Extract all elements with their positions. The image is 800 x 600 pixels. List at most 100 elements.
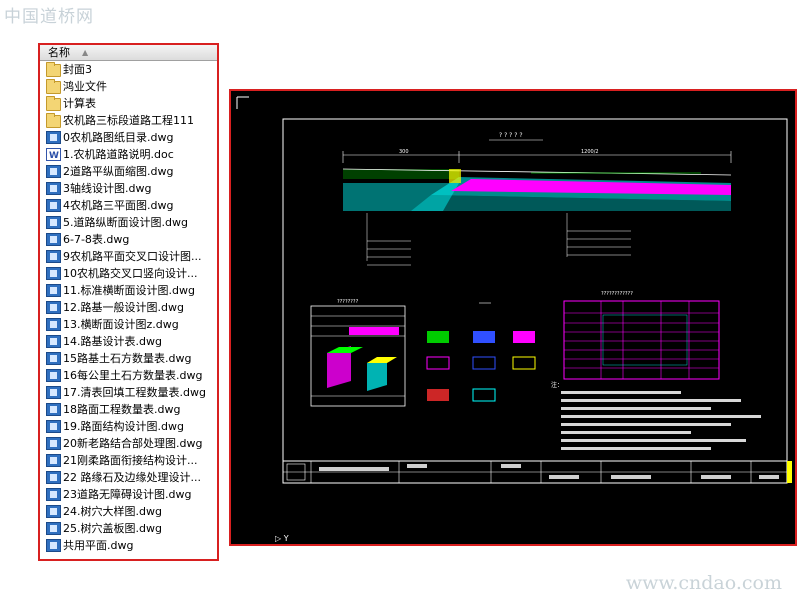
- file-item[interactable]: 9农机路平面交叉口设计图...: [40, 248, 217, 265]
- dwg-file-icon: [46, 454, 61, 467]
- company-name-text: [319, 467, 389, 471]
- file-name-label: 22 路缘石及边缘处理设计...: [63, 471, 201, 484]
- word-document-icon: [46, 148, 61, 163]
- file-name-label: 12.路基一般设计图.dwg: [63, 301, 184, 314]
- file-name-label: 5.道路纵断面设计图.dwg: [63, 216, 188, 229]
- file-name-label: 24.树穴大样图.dwg: [63, 505, 162, 518]
- file-item[interactable]: 6-7-8表.dwg: [40, 231, 217, 248]
- notes-label: 注：: [551, 381, 563, 389]
- file-name-label: 25.树穴盖板图.dwg: [63, 522, 162, 535]
- file-item[interactable]: 1.农机路道路说明.doc: [40, 146, 217, 163]
- site-watermark-top: 中国道桥网: [4, 7, 94, 27]
- file-item[interactable]: 13.横断面设计图z.dwg: [40, 316, 217, 333]
- file-item[interactable]: 16每公里土石方数量表.dwg: [40, 367, 217, 384]
- folder-icon: [46, 79, 61, 94]
- dwg-file-icon: [46, 301, 61, 314]
- dwg-file-icon: [46, 403, 61, 416]
- dwg-file-icon: [46, 420, 61, 433]
- file-item[interactable]: 19.路面结构设计图.dwg: [40, 418, 217, 435]
- svg-text:????????: ????????: [337, 299, 359, 305]
- file-name-label: 15路基土石方数量表.dwg: [63, 352, 192, 365]
- file-name-label: 0农机路图纸目录.dwg: [63, 131, 174, 144]
- dwg-file-icon: [46, 233, 61, 246]
- file-item[interactable]: 20新老路结合部处理图.dwg: [40, 435, 217, 452]
- folder-icon: [46, 96, 61, 111]
- road-cross-section: [342, 168, 732, 266]
- pavement-data-table: [563, 300, 720, 380]
- file-item[interactable]: 3轴线设计图.dwg: [40, 180, 217, 197]
- folder-item[interactable]: 鸿业文件: [40, 78, 217, 95]
- file-item[interactable]: 25.树穴盖板图.dwg: [40, 520, 217, 537]
- dimension-left: 300: [399, 149, 409, 155]
- file-item[interactable]: 14.路基设计表.dwg: [40, 333, 217, 350]
- dwg-file-icon: [46, 182, 61, 195]
- dwg-file-icon: [46, 471, 61, 484]
- file-name-label: 共用平面.dwg: [63, 539, 134, 552]
- drawing-notes: 注：: [551, 381, 761, 450]
- file-item[interactable]: 12.路基一般设计图.dwg: [40, 299, 217, 316]
- folder-item[interactable]: 计算表: [40, 95, 217, 112]
- file-item[interactable]: 18路面工程数量表.dwg: [40, 401, 217, 418]
- file-item[interactable]: 11.标准横断面设计图.dwg: [40, 282, 217, 299]
- file-item[interactable]: 4农机路三平面图.dwg: [40, 197, 217, 214]
- dwg-file-icon: [46, 539, 61, 552]
- folder-item[interactable]: 封面3: [40, 61, 217, 78]
- dwg-file-icon: [46, 165, 61, 178]
- file-name-label: 10农机路交叉口竖向设计...: [63, 267, 198, 280]
- file-item[interactable]: 17.清表回填工程数量表.dwg: [40, 384, 217, 401]
- file-item[interactable]: 23道路无障碍设计图.dwg: [40, 486, 217, 503]
- file-item[interactable]: 共用平面.dwg: [40, 537, 217, 554]
- file-item[interactable]: 5.道路纵断面设计图.dwg: [40, 214, 217, 231]
- file-name-label: 2道路平纵面缩图.dwg: [63, 165, 174, 178]
- folder-icon: [46, 113, 61, 128]
- folder-item[interactable]: 农机路三标段道路工程111: [40, 112, 217, 129]
- file-name-label: 1.农机路道路说明.doc: [63, 148, 174, 161]
- dwg-file-icon: [46, 284, 61, 297]
- file-item[interactable]: 10农机路交叉口竖向设计...: [40, 265, 217, 282]
- file-name-label: 11.标准横断面设计图.dwg: [63, 284, 195, 297]
- file-name-label: 封面3: [63, 63, 92, 76]
- cad-drawing-preview: ? ? ? ? ? 300 1200/2 ???????? ??????????…: [229, 89, 797, 546]
- file-name-label: 14.路基设计表.dwg: [63, 335, 162, 348]
- dwg-file-icon: [46, 522, 61, 535]
- file-item[interactable]: 0农机路图纸目录.dwg: [40, 129, 217, 146]
- file-item[interactable]: 21刚柔路面衔接结构设计...: [40, 452, 217, 469]
- table-header-label: ????????????: [601, 291, 633, 297]
- file-name-label: 3轴线设计图.dwg: [63, 182, 152, 195]
- dwg-file-icon: [46, 267, 61, 280]
- file-name-label: 18路面工程数量表.dwg: [63, 403, 181, 416]
- dwg-file-icon: [46, 318, 61, 331]
- dwg-file-icon: [46, 369, 61, 382]
- dwg-file-icon: [46, 335, 61, 348]
- file-list: 封面3 鸿业文件计算表农机路三标段道路工程111 0农机路图纸目录.dwg 1.农机路…: [40, 61, 217, 554]
- file-list-panel: 名称 ▲ 封面3 鸿业文件计算表农机路三标段道路工程111 0农机路图纸目录.dwg…: [38, 43, 219, 561]
- dwg-file-icon: [46, 505, 61, 518]
- file-item[interactable]: 15路基土石方数量表.dwg: [40, 350, 217, 367]
- sort-ascending-icon: ▲: [82, 48, 89, 57]
- section-title: ? ? ? ? ?: [499, 132, 523, 139]
- file-name-label: 鸿业文件: [63, 80, 107, 93]
- file-item[interactable]: 22 路缘石及边缘处理设计...: [40, 469, 217, 486]
- dwg-file-icon: [46, 216, 61, 229]
- file-item[interactable]: 2道路平纵面缩图.dwg: [40, 163, 217, 180]
- column-header-name[interactable]: 名称 ▲: [40, 45, 217, 61]
- file-name-label: 13.横断面设计图z.dwg: [63, 318, 179, 331]
- layer-legend-table: [310, 305, 406, 407]
- dwg-file-icon: [46, 437, 61, 450]
- dimension-right: 1200/2: [581, 149, 599, 155]
- file-name-label: 17.清表回填工程数量表.dwg: [63, 386, 206, 399]
- column-header-label: 名称: [48, 46, 70, 59]
- ucs-axis-icon: ▷ Y: [275, 534, 289, 543]
- file-name-label: 20新老路结合部处理图.dwg: [63, 437, 203, 450]
- file-item[interactable]: 24.树穴大样图.dwg: [40, 503, 217, 520]
- file-name-label: 计算表: [63, 97, 96, 110]
- file-name-label: 农机路三标段道路工程111: [63, 114, 194, 127]
- site-watermark-bottom: www.cndao.com: [625, 572, 782, 594]
- file-name-label: 4农机路三平面图.dwg: [63, 199, 174, 212]
- folder-icon: [46, 62, 61, 77]
- dwg-file-icon: [46, 488, 61, 501]
- file-name-label: 19.路面结构设计图.dwg: [63, 420, 184, 433]
- hatch-swatches: [426, 302, 536, 402]
- dwg-file-icon: [46, 250, 61, 263]
- file-name-label: 21刚柔路面衔接结构设计...: [63, 454, 198, 467]
